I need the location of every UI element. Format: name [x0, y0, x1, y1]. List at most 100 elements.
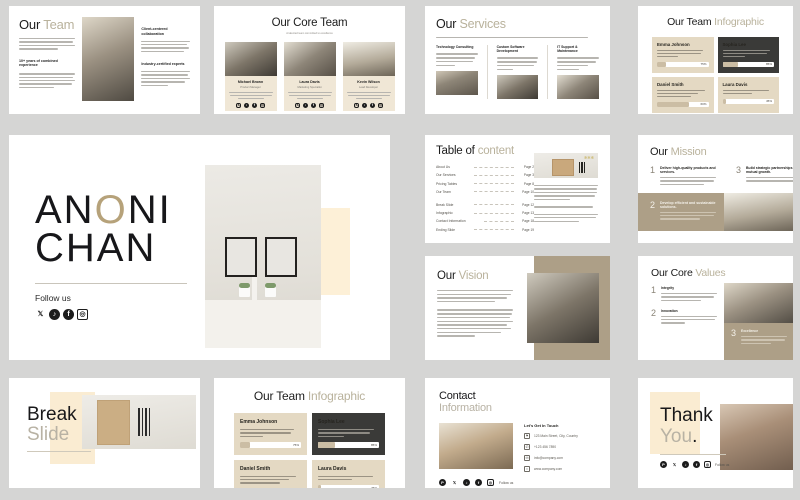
contact-row-website[interactable]: ⌗ www.company.com: [524, 466, 578, 472]
facebook-icon[interactable]: f: [63, 309, 74, 320]
x-icon[interactable]: 𝕏: [236, 102, 241, 108]
facebook-icon[interactable]: f: [693, 461, 700, 469]
team-member-card[interactable]: Kevin Wilson Lead Developer 𝕏 ♪ f ◎: [342, 42, 395, 114]
service-item[interactable]: IT Support & Maintenance: [557, 45, 599, 100]
toc-row[interactable]: About Us Page 2: [436, 165, 534, 169]
tiktok-icon[interactable]: ♪: [49, 309, 60, 320]
member-socials[interactable]: 𝕏 ♪ f ◎: [288, 102, 332, 108]
slide-title-hero[interactable]: ANONI CHAN Follow us 𝕏 ♪ f ◎: [9, 135, 390, 360]
instagram-icon[interactable]: ◎: [260, 102, 265, 108]
instagram-icon[interactable]: ◎: [378, 102, 383, 108]
value-item[interactable]: 1 Integrity: [651, 286, 718, 301]
tiktok-icon[interactable]: ♪: [682, 461, 689, 469]
infographic-cell[interactable]: Sophia Lee 85%: [312, 413, 385, 455]
instagram-icon[interactable]: ◎: [319, 102, 324, 108]
infographic-cell[interactable]: Emma Johnson 75%: [234, 413, 307, 455]
x-icon[interactable]: 𝕏: [35, 309, 46, 320]
thanks-socials[interactable]: P 𝕏 ♪ f ◎ Follow us: [660, 461, 729, 469]
member-role: Marketing Specialist: [297, 86, 322, 89]
infographic-cell[interactable]: Daniel Smith 60%: [652, 77, 714, 114]
slide-break[interactable]: Break Slide: [9, 378, 200, 488]
infographic-cell[interactable]: Daniel Smith 60%: [234, 459, 307, 488]
team-member-card[interactable]: Michael Brown Product Manager 𝕏 ♪ f ◎: [224, 42, 277, 114]
instagram-icon[interactable]: ◎: [704, 461, 711, 469]
infographic-cell[interactable]: Sophia Lee 85%: [717, 37, 779, 74]
infographic-cell[interactable]: Laura Davis 45%: [312, 459, 385, 488]
mission-title: Our Mission: [650, 146, 707, 158]
mission-heading: Develop efficient and sustainable soluti…: [660, 200, 716, 209]
tiktok-icon[interactable]: ♪: [362, 102, 367, 108]
pinterest-icon[interactable]: P: [439, 479, 446, 486]
toc-row[interactable]: Ending Slide Page 19: [436, 228, 534, 232]
team-photo: [82, 17, 135, 101]
tiktok-icon[interactable]: ♪: [463, 479, 470, 486]
hero-socials[interactable]: 𝕏 ♪ f ◎: [35, 309, 205, 320]
slide-our-team[interactable]: Our Team 10+ years of combined experienc…: [9, 6, 200, 114]
progress-fill: [318, 441, 336, 448]
member-name: Michael Brown: [237, 80, 264, 84]
toc-row[interactable]: Infographic Page 13: [436, 211, 534, 215]
pinterest-icon[interactable]: P: [660, 461, 667, 469]
member-socials[interactable]: 𝕏 ♪ f ◎: [229, 102, 273, 108]
infographic-title: Our Team Infographic: [667, 16, 764, 28]
mission-item[interactable]: 1 Deliver high-quality products and serv…: [638, 158, 724, 193]
slide-our-mission[interactable]: Our Mission 1 Deliver high-quality produ…: [638, 135, 793, 243]
slide-our-services[interactable]: Our Services Technology Consulting Custo: [425, 6, 610, 114]
team-right-body-1: [141, 40, 190, 53]
mission-heading: Build strategic partnerships for mutual …: [746, 166, 793, 174]
member-name: Laura Davis: [299, 80, 320, 84]
service-item[interactable]: Technology Consulting: [436, 45, 478, 99]
infographic-cell[interactable]: Emma Johnson 75%: [652, 37, 714, 74]
slide-our-vision[interactable]: Our Vision: [425, 256, 610, 360]
mission-item[interactable]: 3 Build strategic partnerships for mutua…: [724, 158, 793, 193]
x-icon[interactable]: 𝕏: [671, 461, 678, 468]
x-icon[interactable]: 𝕏: [295, 102, 300, 108]
service-item[interactable]: Custom Software Development: [496, 45, 539, 100]
contact-row-address[interactable]: ⚑ 123 Main Street, City, Country: [524, 433, 578, 439]
toc-page: Page 10: [522, 189, 534, 194]
value-body: [661, 315, 718, 324]
contact-phone: +123 456 7890: [534, 445, 557, 449]
toc-row[interactable]: Pricing Tables Page 8: [436, 182, 534, 186]
team-member-card[interactable]: Laura Davis Marketing Specialist 𝕏 ♪ f ◎: [283, 42, 336, 114]
value-item[interactable]: 3 Excellence: [724, 323, 793, 360]
slide-core-team[interactable]: Our Core Team A talented team committed …: [214, 6, 405, 114]
facebook-icon[interactable]: f: [311, 102, 316, 108]
contact-row-email[interactable]: ✉ info@company.com: [524, 455, 578, 461]
facebook-icon[interactable]: f: [252, 102, 257, 108]
service-body: [557, 57, 599, 71]
x-icon[interactable]: 𝕏: [451, 479, 458, 486]
infographic-cell[interactable]: Laura Davis 45%: [717, 77, 779, 114]
slide-team-infographic-top[interactable]: Our Team Infographic Emma Johnson 75% So…: [638, 6, 793, 114]
contact-row-phone[interactable]: ✆ +123 456 7890: [524, 444, 578, 450]
instagram-icon[interactable]: ◎: [487, 479, 494, 486]
slide-contact-information[interactable]: Contact Information Let's Get In Touch ⚑…: [425, 378, 610, 488]
value-item[interactable]: 2 Innovation: [651, 308, 718, 324]
facebook-icon[interactable]: f: [370, 102, 375, 108]
values-body: 1 Integrity 2 Innovation 3 Excellence: [638, 279, 793, 360]
location-pin-icon: ⚑: [524, 433, 530, 439]
slide-thank-you[interactable]: Thank You. P 𝕏 ♪ f ◎ Follow us: [638, 378, 793, 488]
instagram-icon[interactable]: ◎: [77, 309, 88, 320]
x-icon[interactable]: 𝕏: [354, 102, 359, 108]
toc-page: Page 8: [523, 181, 534, 186]
tiktok-icon[interactable]: ♪: [244, 102, 249, 108]
slide-table-of-content[interactable]: Table of content About Us Page 2 Our Ser…: [425, 135, 610, 243]
tiktok-icon[interactable]: ♪: [303, 102, 308, 108]
member-socials[interactable]: 𝕏 ♪ f ◎: [347, 102, 391, 108]
mission-item[interactable]: 2 Develop efficient and sustainable solu…: [638, 192, 725, 231]
slide-team-infographic-bottom[interactable]: Our Team Infographic Emma Johnson 75% So…: [214, 378, 405, 488]
values-left-column: 1 Integrity 2 Innovation: [638, 279, 724, 332]
services-columns: Technology Consulting Custom Software De…: [436, 45, 599, 100]
toc-row[interactable]: Our Services Page 3: [436, 173, 534, 177]
progress-track: 45%: [318, 485, 379, 488]
thanks-text: Thank You. P 𝕏 ♪ f ◎ Follow us: [660, 405, 729, 469]
slide-core-values[interactable]: Our Core Values 1 Integrity 2 Innovation…: [638, 256, 793, 360]
facebook-icon[interactable]: f: [475, 479, 482, 486]
service-photo: [436, 71, 478, 96]
toc-row[interactable]: Break Slide Page 12: [436, 203, 534, 207]
toc-row[interactable]: Contact Information Page 18: [436, 219, 534, 223]
toc-row[interactable]: Our Team Page 10: [436, 190, 534, 194]
member-bio: [346, 92, 391, 99]
contact-socials[interactable]: P 𝕏 ♪ f ◎ Follow us: [425, 472, 610, 486]
